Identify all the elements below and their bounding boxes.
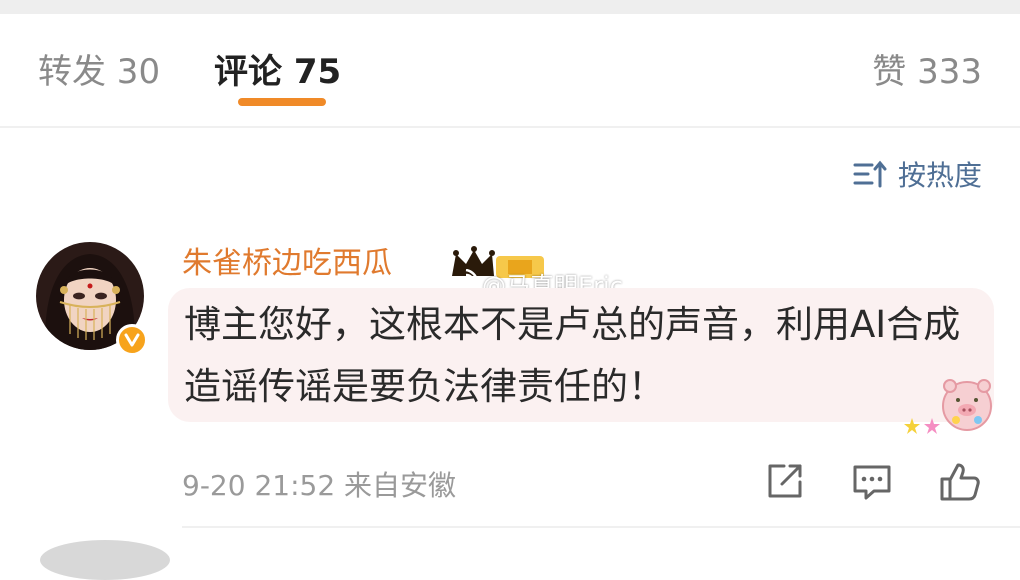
tab-repost[interactable]: 转发 30 <box>38 52 160 92</box>
comment-item: 朱雀桥边吃西瓜 @马真明Eric 博主您好，这根本不是卢总的声音，利用AI合成造… <box>0 230 1020 530</box>
active-tab-indicator <box>238 98 326 106</box>
tab-likes[interactable]: 赞 333 <box>872 52 982 92</box>
sort-label: 按热度 <box>897 159 982 192</box>
reply-button[interactable] <box>850 460 894 504</box>
top-strip <box>0 0 1020 14</box>
pig-sticker-icon <box>942 379 992 431</box>
tab-bar: 转发 30 评论 75 赞 333 <box>0 14 1020 126</box>
tab-comments[interactable]: 评论 75 <box>214 52 341 92</box>
reply-icon <box>853 465 891 500</box>
divider <box>182 526 1020 528</box>
divider <box>0 126 1020 128</box>
comment-text: 博主您好，这根本不是卢总的声音，利用AI合成造谣传谣是要负法律责任的！ <box>184 303 961 408</box>
verified-badge-icon <box>116 324 148 356</box>
sparkle-icon <box>904 418 940 434</box>
share-icon <box>768 464 802 498</box>
avatar[interactable] <box>36 242 148 356</box>
comment-meta: 9-20 21:52 来自安徽 <box>182 469 457 502</box>
sort-icon <box>853 160 887 188</box>
comment-username[interactable]: 朱雀桥边吃西瓜 <box>182 244 392 284</box>
share-button[interactable] <box>762 460 806 504</box>
like-icon <box>940 463 980 501</box>
sort-button[interactable]: 按热度 <box>852 154 982 194</box>
like-button[interactable] <box>938 460 982 504</box>
next-comment-avatar <box>40 540 170 580</box>
